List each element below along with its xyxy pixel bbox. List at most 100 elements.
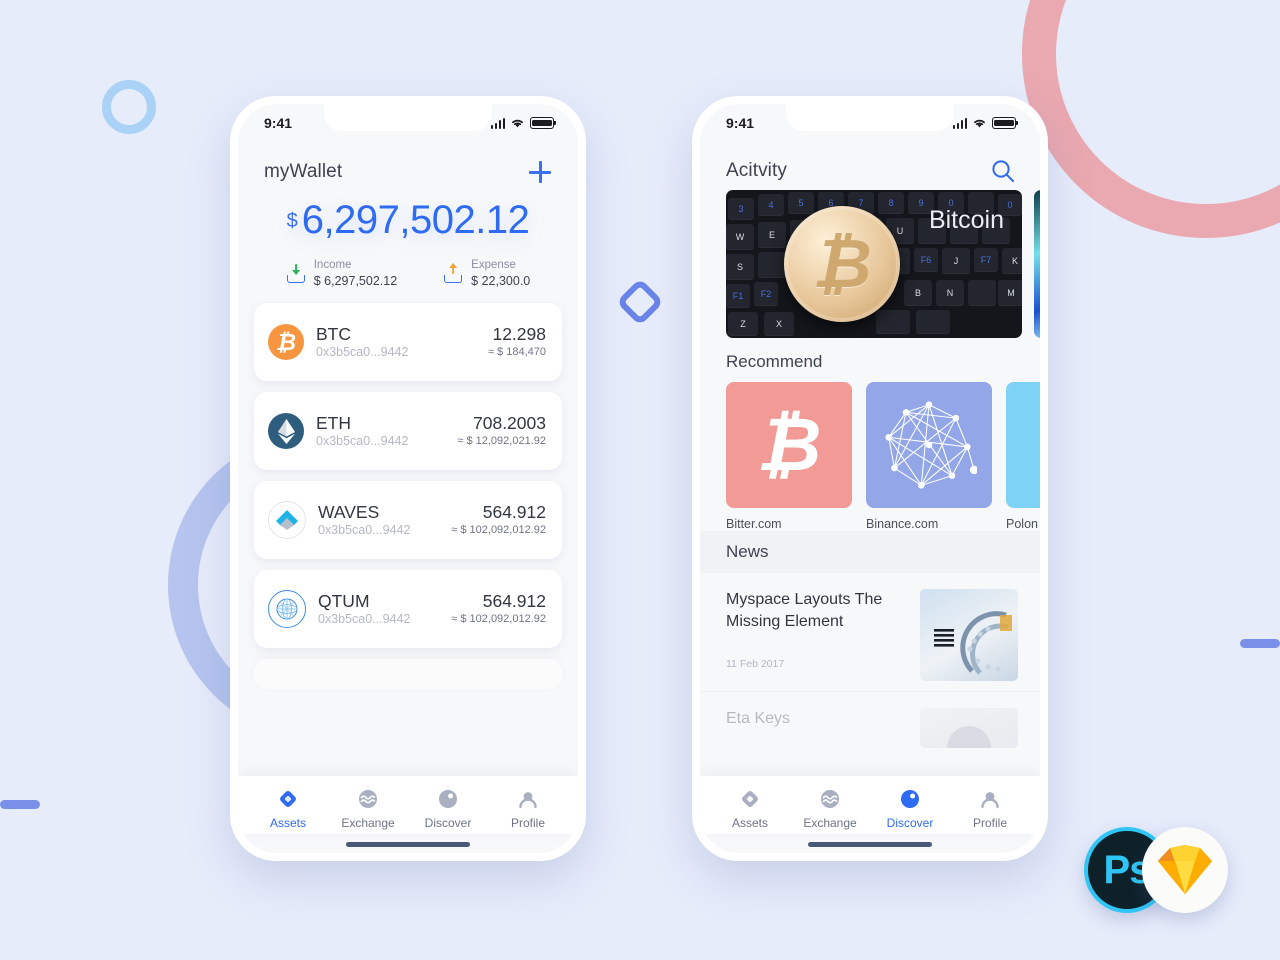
- asset-amount: 564.912: [482, 591, 546, 612]
- small-blue-ring: [102, 80, 156, 134]
- recommend-row[interactable]: ₿ Bitter.com Binance.com Polon: [700, 382, 1040, 531]
- table-row-partial[interactable]: [254, 659, 562, 690]
- recommend-name: Bitter.com: [726, 517, 782, 531]
- diamond-icon: [742, 791, 758, 807]
- tab-exchange[interactable]: Exchange: [328, 788, 408, 830]
- tab-profile[interactable]: Profile: [488, 788, 568, 830]
- asset-fiat: ≈ $ 102,092,012.92: [451, 523, 546, 536]
- list-item[interactable]: Myspace Layouts The Missing Element 11 F…: [700, 573, 1040, 692]
- table-row[interactable]: WAVES 0x3b5ca0...9442 564.912 ≈ $ 102,09…: [254, 481, 562, 560]
- asset-fiat: ≈ $ 12,092,021.92: [457, 434, 546, 447]
- status-icons: [490, 117, 556, 129]
- tab-assets[interactable]: Assets: [710, 788, 790, 830]
- expense-value: $ 22,300.0: [471, 273, 531, 288]
- wallet-header: myWallet: [238, 142, 578, 192]
- wallet-phone: 9:41 myWallet $ 6,297,502.12 Income $ 6,…: [230, 96, 586, 861]
- tab-discover[interactable]: Discover: [408, 788, 488, 830]
- expense-item: Expense $ 22,300.0: [443, 258, 530, 289]
- exchange-wave-icon: [821, 790, 839, 808]
- sketch-badge: [1142, 827, 1228, 913]
- hero-title: Bitcoin: [928, 206, 1004, 234]
- discover-compass-icon: [439, 790, 457, 808]
- profile-person-icon: [981, 792, 999, 809]
- tab-assets[interactable]: Assets: [248, 788, 328, 830]
- news-thumbnail: [920, 589, 1018, 681]
- table-row[interactable]: ETH 0x3b5ca0...9442 708.2003 ≈ $ 12,092,…: [254, 392, 562, 471]
- bitcoin-coin-photo: ₿: [784, 206, 900, 322]
- balance-amount: 6,297,502.12: [301, 198, 530, 242]
- list-item[interactable]: Eta Keys: [700, 692, 1040, 748]
- asset-symbol: ETH: [316, 413, 351, 433]
- asset-address: 0x3b5ca0...9442: [318, 612, 411, 627]
- recommend-name: Polon: [1006, 517, 1038, 531]
- tab-label: Discover: [424, 816, 472, 830]
- network-graph-icon: [866, 382, 992, 508]
- asset-list[interactable]: ₿ BTC 0x3b5ca0...9442 12.298 ≈ $ 184,470: [238, 289, 578, 776]
- balance-section: $ 6,297,502.12 Income $ 6,297,502.12 Exp…: [238, 192, 578, 289]
- hero-card-bitcoin[interactable]: 3 4 5 6 7 8 9 0 0 W E Y U: [726, 190, 1022, 338]
- income-label: Income: [313, 259, 352, 271]
- wifi-icon: [512, 119, 523, 128]
- table-row[interactable]: QTUM 0x3b5ca0...9442 564.912 ≈ $ 102,092…: [254, 570, 562, 649]
- income-expense-row: Income $ 6,297,502.12 Expense $ 22,300.0: [238, 258, 578, 289]
- discover-compass-icon: [901, 790, 919, 808]
- ethereum-coin-icon: [268, 413, 304, 450]
- recommend-card-poloniex[interactable]: Polon: [1006, 382, 1040, 531]
- wallet-screen: 9:41 myWallet $ 6,297,502.12 Income $ 6,…: [238, 104, 578, 853]
- tab-label: Assets: [731, 816, 768, 830]
- tab-label: Profile: [510, 816, 545, 830]
- signal-bars-icon: [490, 117, 505, 129]
- asset-amount: 564.912: [482, 502, 546, 523]
- discover-header: Acitvity: [700, 142, 1040, 190]
- exchange-wave-icon: [359, 790, 377, 808]
- recommend-card-bitter[interactable]: ₿ Bitter.com: [726, 382, 852, 531]
- news-thumbnail: [920, 708, 1018, 748]
- news-title: News: [700, 531, 1040, 573]
- news-item-title: Myspace Layouts The Missing Element: [726, 591, 883, 630]
- asset-address: 0x3b5ca0...9442: [316, 434, 409, 449]
- income-value: $ 6,297,502.12: [313, 273, 398, 288]
- hero-card-next[interactable]: [1034, 190, 1040, 338]
- tab-label: Assets: [269, 816, 306, 830]
- table-row[interactable]: ₿ BTC 0x3b5ca0...9442 12.298 ≈ $ 184,470: [254, 303, 562, 382]
- asset-symbol: WAVES: [318, 502, 380, 522]
- status-bar: 9:41: [700, 104, 1040, 142]
- status-icons: [952, 117, 1018, 129]
- asset-fiat: ≈ $ 102,092,012.92: [451, 612, 546, 625]
- recommend-title: Recommend: [726, 352, 823, 371]
- discover-scroll[interactable]: 3 4 5 6 7 8 9 0 0 W E Y U: [700, 190, 1040, 776]
- tray-download-icon: [286, 263, 306, 284]
- discover-screen: 9:41 Acitvity 3 4 5 6 7 8 9 0 0 W E U S …: [700, 104, 1040, 853]
- wifi-icon: [974, 119, 985, 128]
- page-title: Acitvity: [726, 160, 787, 181]
- blue-bar-right: [1240, 639, 1280, 648]
- tab-label: Exchange: [803, 816, 857, 830]
- page-title: myWallet: [264, 161, 343, 182]
- hero-carousel[interactable]: 3 4 5 6 7 8 9 0 0 W E Y U: [700, 190, 1040, 338]
- asset-amount: 708.2003: [473, 413, 546, 434]
- tab-label: Discover: [886, 816, 934, 830]
- blue-diamond-icon: [616, 278, 664, 326]
- asset-symbol: BTC: [316, 324, 351, 344]
- status-time: 9:41: [726, 115, 755, 131]
- blue-bar-left: [0, 800, 40, 809]
- search-icon[interactable]: [990, 158, 1016, 184]
- tab-exchange[interactable]: Exchange: [790, 788, 870, 830]
- tab-label: Exchange: [341, 816, 395, 830]
- asset-fiat: ≈ $ 184,470: [487, 345, 546, 358]
- waves-coin-icon: [268, 501, 306, 540]
- home-indicator: [808, 842, 932, 847]
- sketch-diamond-icon: [1158, 845, 1212, 894]
- tab-discover[interactable]: Discover: [870, 788, 950, 830]
- asset-address: 0x3b5ca0...9442: [318, 523, 411, 538]
- qtum-coin-icon: [268, 590, 306, 629]
- balance-row: $ 6,297,502.12: [238, 200, 578, 240]
- discover-phone: 9:41 Acitvity 3 4 5 6 7 8 9 0 0 W E U S …: [692, 96, 1048, 861]
- partial-tile-icon: [1006, 382, 1040, 508]
- tab-profile[interactable]: Profile: [950, 788, 1030, 830]
- tab-bar: Assets Exchange Discover Profile: [700, 776, 1040, 834]
- recommend-card-binance[interactable]: Binance.com: [866, 382, 992, 531]
- income-item: Income $ 6,297,502.12: [286, 258, 397, 289]
- asset-address: 0x3b5ca0...9442: [316, 345, 409, 360]
- plus-icon[interactable]: [526, 158, 554, 186]
